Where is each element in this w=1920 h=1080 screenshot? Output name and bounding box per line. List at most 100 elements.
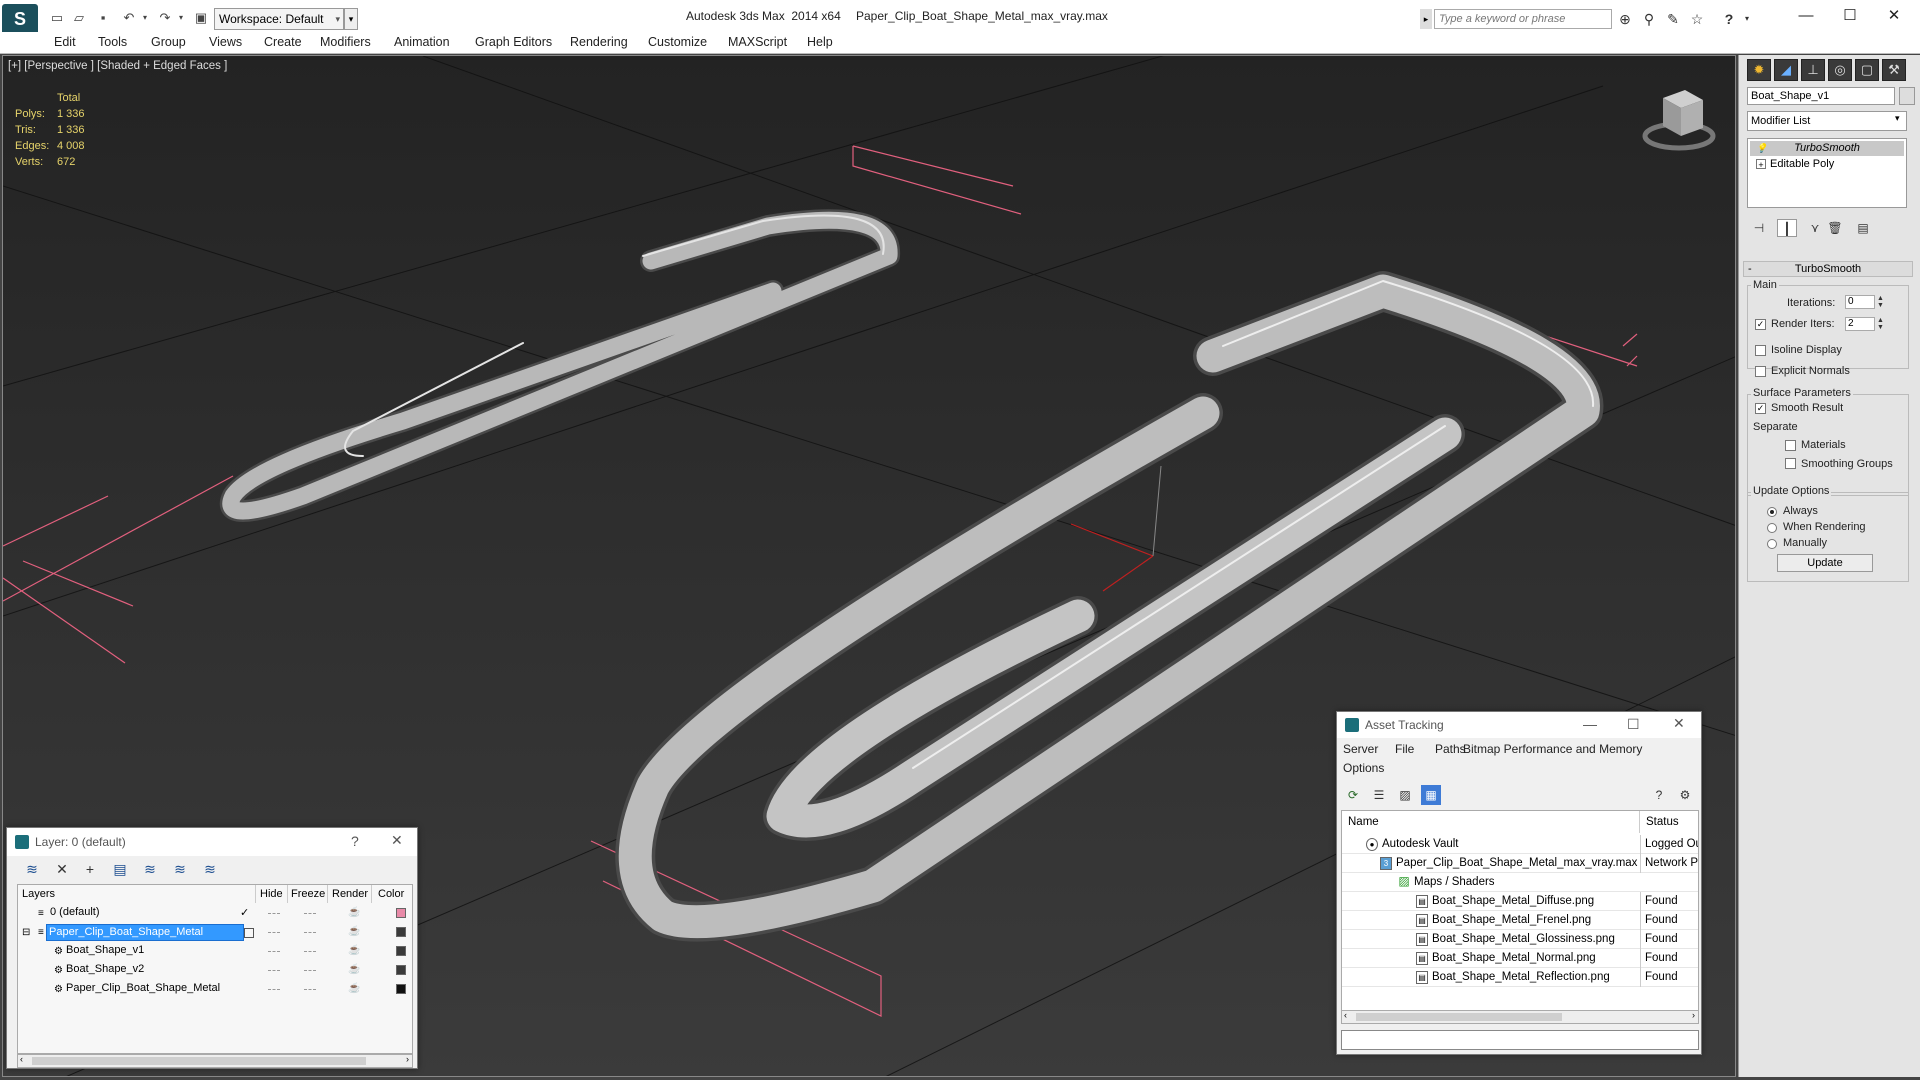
save-file-icon[interactable]: ▪ xyxy=(94,10,112,26)
settings-icon[interactable]: ⚙ xyxy=(1675,785,1695,805)
asset-row[interactable]: ▨ Maps / Shaders xyxy=(1342,873,1698,892)
isoline-display-checkbox[interactable] xyxy=(1755,345,1766,356)
smooth-result-checkbox[interactable]: ✓ xyxy=(1755,403,1766,414)
asset-menu-server[interactable]: Server xyxy=(1343,742,1378,756)
help-icon[interactable]: ? xyxy=(1649,785,1669,805)
object-row[interactable]: ⚙ Boat_Shape_v2 ☕ xyxy=(18,961,412,980)
redo-dropdown-icon[interactable]: ▾ xyxy=(172,10,190,26)
minimize-button[interactable]: — xyxy=(1583,716,1597,732)
layer-horizontal-scrollbar[interactable]: ‹ › xyxy=(17,1054,413,1068)
active-layer-box-icon[interactable] xyxy=(244,928,254,938)
asset-row[interactable]: ▤ Boat_Shape_Metal_Reflection.png Found xyxy=(1342,968,1698,987)
hierarchy-tab-icon[interactable]: ⊥ xyxy=(1801,59,1825,81)
menu-help[interactable]: Help xyxy=(807,35,833,49)
menu-edit[interactable]: Edit xyxy=(54,35,76,49)
search-input[interactable]: Type a keyword or phrase xyxy=(1434,9,1612,29)
col-hide[interactable]: Hide xyxy=(256,885,288,903)
asset-row[interactable]: ▤ Boat_Shape_Metal_Diffuse.png Found xyxy=(1342,892,1698,911)
configure-sets-icon[interactable]: ▤ xyxy=(1853,219,1873,237)
always-radio[interactable] xyxy=(1767,507,1777,517)
explicit-normals-checkbox[interactable] xyxy=(1755,366,1766,377)
layer-row[interactable]: ⊟ ≡ Paper_Clip_Boat_Shape_Metal ☕ xyxy=(18,923,412,942)
binoculars-icon[interactable]: ⊕ xyxy=(1616,10,1634,28)
modifier-list-dropdown[interactable]: Modifier List xyxy=(1747,111,1907,131)
maximize-button[interactable]: ☐ xyxy=(1627,716,1640,733)
quick-access-dropdown[interactable]: ▾ xyxy=(344,8,358,30)
col-freeze[interactable]: Freeze xyxy=(288,885,328,903)
hide-toggle[interactable] xyxy=(268,951,280,952)
col-color[interactable]: Color xyxy=(372,885,412,903)
object-row[interactable]: ⚙ Boat_Shape_v1 ☕ xyxy=(18,942,412,961)
turbosmooth-rollout-header[interactable]: - TurboSmooth xyxy=(1743,261,1913,277)
smoothing-groups-checkbox[interactable] xyxy=(1785,458,1796,469)
freeze-toggle[interactable] xyxy=(304,913,316,914)
help-icon[interactable]: ? xyxy=(1720,10,1738,28)
freeze-toggle[interactable] xyxy=(304,989,316,990)
layer-color-swatch[interactable] xyxy=(396,908,406,918)
when-rendering-radio[interactable] xyxy=(1767,523,1777,533)
modify-tab-icon[interactable]: ◢ xyxy=(1774,59,1798,81)
layer-color-swatch[interactable] xyxy=(396,927,406,937)
delete-layer-icon[interactable]: ✕ xyxy=(51,859,73,879)
hide-all-icon[interactable]: ≋ xyxy=(199,859,221,879)
object-color-swatch[interactable] xyxy=(396,965,406,975)
object-name[interactable]: Boat_Shape_v1 xyxy=(64,943,148,960)
favorites-star-icon[interactable]: ☆ xyxy=(1688,10,1706,28)
pin-stack-icon[interactable]: ⊣ xyxy=(1749,219,1769,237)
asset-menu-options[interactable]: Options xyxy=(1343,761,1384,775)
communication-icon[interactable]: ✎ xyxy=(1664,10,1682,28)
object-color-swatch[interactable] xyxy=(1899,87,1915,105)
render-iters-spin-arrows[interactable]: ▲ ▼ xyxy=(1877,317,1885,331)
viewport-label[interactable]: [+] [Perspective ] [Shaded + Edged Faces… xyxy=(8,60,227,72)
scroll-left-icon[interactable]: ‹ xyxy=(1344,1010,1347,1020)
render-iters-spinner[interactable]: 2 xyxy=(1845,317,1875,331)
workspace-select[interactable]: Workspace: Default ▾ xyxy=(214,8,344,30)
scroll-right-icon[interactable]: › xyxy=(406,1054,409,1064)
asset-row[interactable]: ▤ Boat_Shape_Metal_Frenel.png Found xyxy=(1342,911,1698,930)
scroll-left-icon[interactable]: ‹ xyxy=(20,1054,23,1064)
layer-name[interactable]: Paper_Clip_Boat_Shape_Metal xyxy=(46,924,244,941)
materials-checkbox[interactable] xyxy=(1785,440,1796,451)
iterations-spin-arrows[interactable]: ▲ ▼ xyxy=(1877,295,1885,309)
hide-toggle[interactable] xyxy=(268,932,280,933)
list-view-icon[interactable]: ☰ xyxy=(1369,785,1389,805)
menu-modifiers[interactable]: Modifiers xyxy=(320,35,371,49)
scrollbar-thumb[interactable] xyxy=(32,1057,366,1065)
menu-maxscript[interactable]: MAXScript xyxy=(728,35,787,49)
make-unique-icon[interactable]: ⋎ xyxy=(1805,219,1825,237)
col-layers[interactable]: Layers xyxy=(18,885,256,903)
remove-modifier-icon[interactable]: 🗑 xyxy=(1825,219,1845,237)
refresh-icon[interactable]: ⟳ xyxy=(1343,785,1363,805)
layer-row[interactable]: ≡ 0 (default) ✓ ☕ xyxy=(18,904,412,923)
asset-path-input[interactable] xyxy=(1341,1030,1699,1050)
asset-tracking-titlebar[interactable]: Asset Tracking xyxy=(1337,712,1701,738)
hide-toggle[interactable] xyxy=(268,970,280,971)
add-selection-icon[interactable]: ▤ xyxy=(109,859,131,879)
object-name[interactable]: Paper_Clip_Boat_Shape_Metal xyxy=(64,981,224,998)
thumbnail-view-icon[interactable]: ▨ xyxy=(1395,785,1415,805)
new-file-icon[interactable]: ▭ xyxy=(48,10,66,26)
undo-dropdown-icon[interactable]: ▾ xyxy=(136,10,154,26)
menu-group[interactable]: Group xyxy=(151,35,186,49)
render-teapot-icon[interactable]: ☕ xyxy=(348,983,360,995)
project-folder-icon[interactable]: ▣ xyxy=(192,10,210,26)
menu-create[interactable]: Create xyxy=(264,35,302,49)
freeze-toggle[interactable] xyxy=(304,951,316,952)
iterations-spinner[interactable]: 0 xyxy=(1845,295,1875,309)
col-render[interactable]: Render xyxy=(328,885,372,903)
asset-menu-file[interactable]: File xyxy=(1395,742,1414,756)
render-teapot-icon[interactable]: ☕ xyxy=(348,926,360,938)
close-icon[interactable]: ✕ xyxy=(391,832,403,849)
subscription-icon[interactable]: ⚲ xyxy=(1640,10,1658,28)
object-name[interactable]: Boat_Shape_v2 xyxy=(64,962,148,979)
motion-tab-icon[interactable]: ◎ xyxy=(1828,59,1852,81)
add-layer-icon[interactable]: + xyxy=(79,859,101,879)
menu-rendering[interactable]: Rendering xyxy=(570,35,628,49)
utilities-tab-icon[interactable]: ⚒ xyxy=(1882,59,1906,81)
asset-row[interactable]: 3 Paper_Clip_Boat_Shape_Metal_max_vray.m… xyxy=(1342,854,1698,873)
active-layer-check-icon[interactable]: ✓ xyxy=(240,904,249,923)
manually-radio[interactable] xyxy=(1767,539,1777,549)
asset-row[interactable]: ▤ Boat_Shape_Metal_Normal.png Found xyxy=(1342,949,1698,968)
collapse-icon[interactable]: ⊟ xyxy=(22,923,30,942)
display-tab-icon[interactable]: ▢ xyxy=(1855,59,1879,81)
